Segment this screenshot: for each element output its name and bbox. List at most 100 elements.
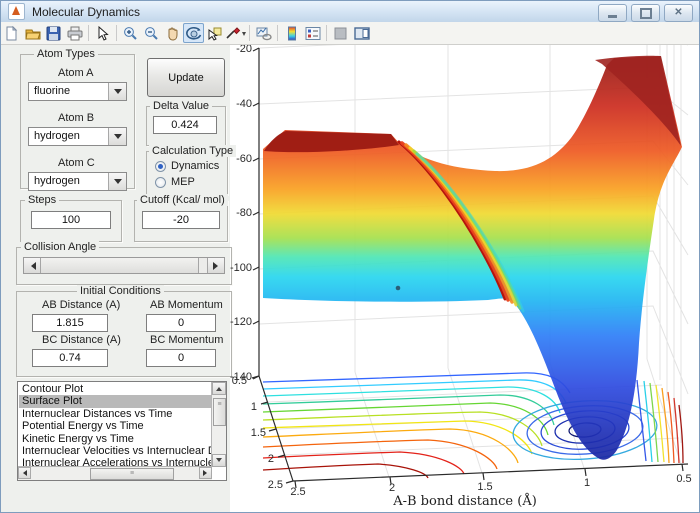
arrow-left-icon xyxy=(20,470,27,476)
app-window: Molecular Dynamics ✕ At xyxy=(0,0,700,513)
close-button[interactable]: ✕ xyxy=(664,4,693,22)
dropdown-button[interactable] xyxy=(108,128,126,145)
colorbar-button[interactable] xyxy=(281,23,302,43)
collision-angle-title: Collision Angle xyxy=(21,241,99,253)
scroll-right-button[interactable] xyxy=(199,467,212,479)
delta-value-field[interactable]: 0.424 xyxy=(153,116,217,134)
scroll-down-button[interactable] xyxy=(212,454,226,467)
initial-conditions-title: Initial Conditions xyxy=(77,285,164,297)
link-plots-icon xyxy=(256,26,272,41)
print-button[interactable] xyxy=(64,23,85,43)
scroll-up-button[interactable] xyxy=(212,382,226,395)
bc-distance-field[interactable]: 0.74 xyxy=(32,349,108,367)
z-tick: -40 xyxy=(236,98,252,110)
list-item-selected[interactable]: Surface Plot xyxy=(19,395,211,407)
cutoff-title: Cutoff (Kcal/ mol) xyxy=(137,194,228,206)
steps-title: Steps xyxy=(25,194,59,206)
update-button[interactable]: Update xyxy=(147,58,225,97)
toolbar-separator xyxy=(116,25,117,41)
horizontal-scroll-thumb[interactable]: ≡ xyxy=(90,468,174,480)
vertical-scroll-thumb[interactable]: ≡ xyxy=(213,398,226,426)
title-bar[interactable]: Molecular Dynamics ✕ xyxy=(1,1,699,22)
figure-canvas: Atom Types Atom A fluorine Atom B hydrog… xyxy=(1,45,699,512)
legend-icon xyxy=(305,26,321,41)
horizontal-scrollbar[interactable]: ≡ xyxy=(18,466,212,480)
atom-c-dropdown[interactable]: hydrogen xyxy=(28,172,127,191)
ab-distance-field[interactable]: 1.815 xyxy=(32,314,108,332)
x-tick: 2.5 xyxy=(290,486,305,498)
radio-dynamics[interactable]: Dynamics xyxy=(155,160,219,172)
minimize-button[interactable] xyxy=(598,4,627,22)
scroll-left-button[interactable] xyxy=(18,467,31,479)
minimize-icon xyxy=(608,15,617,18)
save-button[interactable] xyxy=(43,23,64,43)
dropdown-button[interactable] xyxy=(108,83,126,100)
toolbar-separator xyxy=(277,25,278,41)
open-file-button[interactable] xyxy=(22,23,43,43)
atom-c-label: Atom C xyxy=(58,157,95,169)
y-tick: 0.5 xyxy=(232,375,247,387)
list-item[interactable]: Kinetic Energy vs Time xyxy=(19,433,211,445)
pan-button[interactable] xyxy=(162,23,183,43)
new-file-button[interactable] xyxy=(1,23,22,43)
radio-dynamics-label: Dynamics xyxy=(171,160,219,172)
zoom-in-icon xyxy=(123,26,138,41)
maximize-icon xyxy=(640,8,652,19)
y-tick: 1.5 xyxy=(251,427,266,439)
atom-a-dropdown[interactable]: fluorine xyxy=(28,82,127,101)
y-tick: 1 xyxy=(251,401,257,413)
atom-b-label: Atom B xyxy=(58,112,94,124)
maximize-button[interactable] xyxy=(631,4,660,22)
rotate-3d-button[interactable] xyxy=(183,23,204,43)
chevron-down-icon xyxy=(114,134,122,143)
print-icon xyxy=(67,26,83,41)
bc-momentum-field[interactable]: 0 xyxy=(146,349,216,367)
z-tick: -100 xyxy=(230,262,252,274)
atom-types-panel: Atom Types Atom A fluorine Atom B hydrog… xyxy=(20,54,135,189)
atom-c-value: hydrogen xyxy=(29,173,108,190)
atom-types-title: Atom Types xyxy=(34,48,98,60)
x-tick: 1.5 xyxy=(477,481,492,493)
list-item[interactable]: Internuclear Accelerations vs Internucle… xyxy=(19,457,211,466)
open-file-icon xyxy=(25,26,41,41)
list-item[interactable]: Potential Energy vs Time xyxy=(19,420,211,432)
z-tick: -20 xyxy=(236,45,252,55)
slider-left-arrow[interactable] xyxy=(24,258,41,273)
legend-button[interactable] xyxy=(302,23,323,43)
delta-value-panel: Delta Value 0.424 xyxy=(146,106,226,146)
vertical-scrollbar[interactable]: ≡ xyxy=(211,382,226,467)
trajectory-marker xyxy=(396,286,401,291)
list-item[interactable]: Internuclear Velocities vs Internuclear … xyxy=(19,445,211,457)
zoom-in-button[interactable] xyxy=(120,23,141,43)
pointer-tool-button[interactable] xyxy=(92,23,113,43)
hide-plot-tools-button[interactable] xyxy=(330,23,351,43)
z-tick: -80 xyxy=(236,207,252,219)
dropdown-button[interactable] xyxy=(108,173,126,190)
show-plot-tools-button[interactable] xyxy=(351,23,372,43)
radio-mep[interactable]: MEP xyxy=(155,176,195,188)
list-item[interactable]: Internuclear Distances vs Time xyxy=(19,408,211,420)
zoom-out-button[interactable] xyxy=(141,23,162,43)
z-tick: -120 xyxy=(230,316,252,328)
window-title: Molecular Dynamics xyxy=(32,5,140,19)
link-plots-button[interactable] xyxy=(253,23,274,43)
toolbar-separator xyxy=(326,25,327,41)
atom-b-dropdown[interactable]: hydrogen xyxy=(28,127,127,146)
radio-mep-label: MEP xyxy=(171,176,195,188)
y-tick: 2.5 xyxy=(268,479,283,491)
surface-plot-axes[interactable]: -20 -40 -60 -80 -100 -120 -140 0.5 1 1.5… xyxy=(230,45,698,511)
x-tick: 2 xyxy=(389,482,395,494)
collision-angle-slider[interactable] xyxy=(23,257,225,274)
slider-thumb[interactable] xyxy=(41,258,199,273)
list-item[interactable]: Contour Plot xyxy=(19,383,211,395)
steps-field[interactable]: 100 xyxy=(31,211,111,229)
plot-type-listbox[interactable]: Contour Plot Surface Plot Internuclear D… xyxy=(17,381,227,481)
hide-plot-tools-icon xyxy=(334,27,347,40)
ab-momentum-field[interactable]: 0 xyxy=(146,314,216,332)
cutoff-field[interactable]: -20 xyxy=(142,211,220,229)
slider-right-arrow[interactable] xyxy=(207,258,224,273)
brush-button[interactable] xyxy=(225,23,246,43)
pan-hand-icon xyxy=(165,26,180,41)
figure-toolbar xyxy=(1,22,699,45)
data-cursor-button[interactable] xyxy=(204,23,225,43)
